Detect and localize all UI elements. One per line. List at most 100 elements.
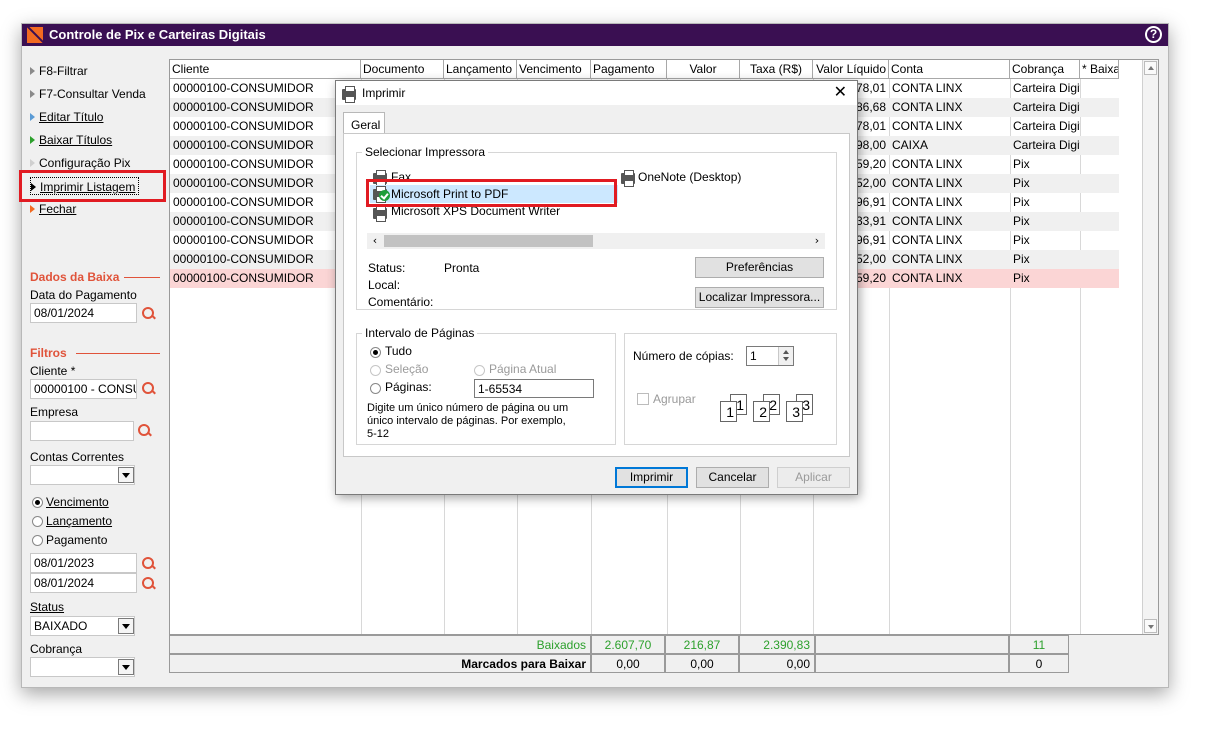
chevron-down-icon[interactable] bbox=[118, 467, 134, 483]
scrollbar-thumb[interactable] bbox=[384, 235, 593, 247]
radio-paginas[interactable] bbox=[370, 383, 381, 394]
radio-pagamento-label: Pagamento bbox=[46, 533, 108, 547]
table-vertical-scrollbar[interactable] bbox=[1142, 60, 1158, 634]
baixados-taxa: 216,87 bbox=[665, 635, 739, 654]
cancel-button[interactable]: Cancelar bbox=[696, 467, 769, 488]
dialog-title: Imprimir bbox=[362, 86, 406, 100]
column-header[interactable]: Taxa (R$) bbox=[740, 60, 813, 79]
radio-tudo-label: Tudo bbox=[385, 344, 412, 358]
select-printer-group: Selecionar Impressora Fax OneNote (Deskt… bbox=[356, 145, 837, 310]
cell-cliente: 00000100-CONSUMIDOR bbox=[173, 157, 314, 171]
sidebar-item-consultar-venda[interactable]: F7-Consultar Venda bbox=[30, 85, 146, 103]
chevron-down-icon[interactable] bbox=[118, 659, 134, 675]
collate-checkbox[interactable] bbox=[637, 393, 649, 405]
column-header[interactable]: Documento bbox=[361, 60, 444, 79]
column-header[interactable]: Cliente bbox=[170, 60, 361, 79]
data-pagamento-label: Data do Pagamento bbox=[30, 288, 137, 302]
printer-icon bbox=[342, 86, 356, 103]
select-printer-label: Selecionar Impressora bbox=[362, 145, 489, 159]
find-printer-button[interactable]: Localizar Impressora... bbox=[695, 287, 824, 308]
date-to-input[interactable]: 08/01/2024 bbox=[30, 573, 137, 593]
scroll-up-icon[interactable] bbox=[1144, 61, 1157, 75]
column-header[interactable]: Vencimento bbox=[517, 60, 591, 79]
cell-cliente: 00000100-CONSUMIDOR bbox=[173, 119, 314, 133]
column-header[interactable]: Conta bbox=[889, 60, 1010, 79]
cell-cobranca: Pix bbox=[1013, 195, 1030, 209]
printer-onenote[interactable]: OneNote (Desktop) bbox=[638, 170, 741, 184]
chevron-left-icon[interactable]: ‹ bbox=[367, 233, 383, 249]
contas-correntes-label: Contas Correntes bbox=[30, 450, 125, 464]
copies-stepper[interactable] bbox=[778, 347, 793, 365]
marcados-empty bbox=[815, 654, 1009, 673]
marcados-taxa: 0,00 bbox=[665, 654, 739, 673]
search-icon[interactable] bbox=[142, 307, 156, 321]
sidebar-item-filtrar[interactable]: F8-Filtrar bbox=[30, 62, 88, 80]
status-label: Status bbox=[30, 600, 65, 614]
empresa-input[interactable] bbox=[30, 421, 134, 441]
radio-paginas-label: Páginas: bbox=[385, 380, 432, 394]
print-dialog: Imprimir ✕ Geral Selecionar Impressora F… bbox=[335, 80, 858, 495]
cell-cobranca: Pix bbox=[1013, 271, 1030, 285]
cell-cliente: 00000100-CONSUMIDOR bbox=[173, 195, 314, 209]
data-pagamento-input[interactable]: 08/01/2024 bbox=[30, 303, 137, 323]
arrow-right-icon bbox=[30, 159, 35, 167]
close-icon[interactable]: ✕ bbox=[834, 81, 847, 105]
search-icon[interactable] bbox=[138, 424, 152, 438]
cell-cobranca: Carteira Digital bbox=[1013, 138, 1080, 152]
column-header[interactable]: Cobrança bbox=[1010, 60, 1080, 79]
apply-button[interactable]: Aplicar bbox=[777, 467, 850, 488]
preferences-button[interactable]: Preferências bbox=[695, 257, 824, 278]
dialog-title-bar: Imprimir ✕ bbox=[336, 81, 857, 105]
column-header[interactable]: Valor bbox=[667, 60, 740, 79]
baixados-empty bbox=[815, 635, 1009, 654]
scroll-down-icon[interactable] bbox=[1144, 619, 1157, 633]
title-bar: Controle de Pix e Carteiras Digitais ? bbox=[22, 24, 1168, 46]
chevron-right-icon[interactable]: › bbox=[809, 233, 825, 249]
copies-label: Número de cópias: bbox=[633, 349, 734, 363]
chevron-down-icon[interactable] bbox=[118, 618, 134, 634]
cell-cliente: 00000100-CONSUMIDOR bbox=[173, 100, 314, 114]
sidebar-item-baixar-titulos[interactable]: Baixar Títulos bbox=[30, 131, 112, 149]
cell-cliente: 00000100-CONSUMIDOR bbox=[173, 138, 314, 152]
marcados-count: 0 bbox=[1009, 654, 1069, 673]
radio-pagina-atual-label: Página Atual bbox=[489, 362, 557, 376]
radio-selecao-label: Seleção bbox=[385, 362, 429, 376]
cell-cobranca: Pix bbox=[1013, 176, 1030, 190]
search-icon[interactable] bbox=[142, 382, 156, 396]
radio-lancamento[interactable] bbox=[32, 516, 43, 527]
search-icon[interactable] bbox=[142, 557, 156, 571]
help-icon[interactable]: ? bbox=[1145, 26, 1162, 43]
column-header[interactable]: Valor Líquido bbox=[813, 60, 889, 79]
cliente-input[interactable]: 00000100 - CONSUMIDOR bbox=[30, 379, 137, 399]
radio-pagamento[interactable] bbox=[32, 535, 43, 546]
tab-geral[interactable]: Geral bbox=[343, 112, 385, 134]
sidebar-item-editar-titulo[interactable]: Editar Título bbox=[30, 108, 103, 126]
printer-list-scrollbar[interactable]: ‹ › bbox=[367, 233, 825, 249]
cell-cliente: 00000100-CONSUMIDOR bbox=[173, 81, 314, 95]
arrow-right-icon bbox=[30, 113, 35, 121]
column-header[interactable]: Lançamento bbox=[444, 60, 517, 79]
pages-input[interactable]: 1-65534 bbox=[474, 379, 594, 398]
sidebar-item-fechar[interactable]: Fechar bbox=[30, 200, 76, 218]
column-header[interactable]: * Baixar bbox=[1080, 60, 1119, 79]
search-icon[interactable] bbox=[142, 577, 156, 591]
onenote-printer-icon bbox=[621, 170, 635, 187]
radio-vencimento[interactable] bbox=[32, 497, 43, 508]
radio-vencimento-label: Vencimento bbox=[46, 495, 109, 509]
status-value: Pronta bbox=[444, 261, 480, 275]
radio-tudo[interactable] bbox=[370, 347, 381, 358]
cell-conta: CONTA LINX bbox=[892, 119, 963, 133]
baixados-liquido: 2.390,83 bbox=[739, 635, 815, 654]
radio-selecao[interactable] bbox=[370, 365, 381, 376]
cell-conta: CONTA LINX bbox=[892, 157, 963, 171]
column-header[interactable]: Pagamento bbox=[591, 60, 667, 79]
xps-printer-icon bbox=[373, 205, 387, 222]
status-label: Status: bbox=[368, 261, 406, 275]
date-from-input[interactable]: 08/01/2023 bbox=[30, 553, 137, 573]
radio-pagina-atual[interactable] bbox=[474, 365, 485, 376]
baixados-label: Baixados bbox=[169, 635, 591, 654]
app-logo-icon bbox=[27, 27, 43, 43]
cell-conta: CONTA LINX bbox=[892, 271, 963, 285]
page-range-group: Intervalo de Páginas Tudo Seleção Página… bbox=[356, 326, 616, 445]
print-button[interactable]: Imprimir bbox=[615, 467, 688, 488]
